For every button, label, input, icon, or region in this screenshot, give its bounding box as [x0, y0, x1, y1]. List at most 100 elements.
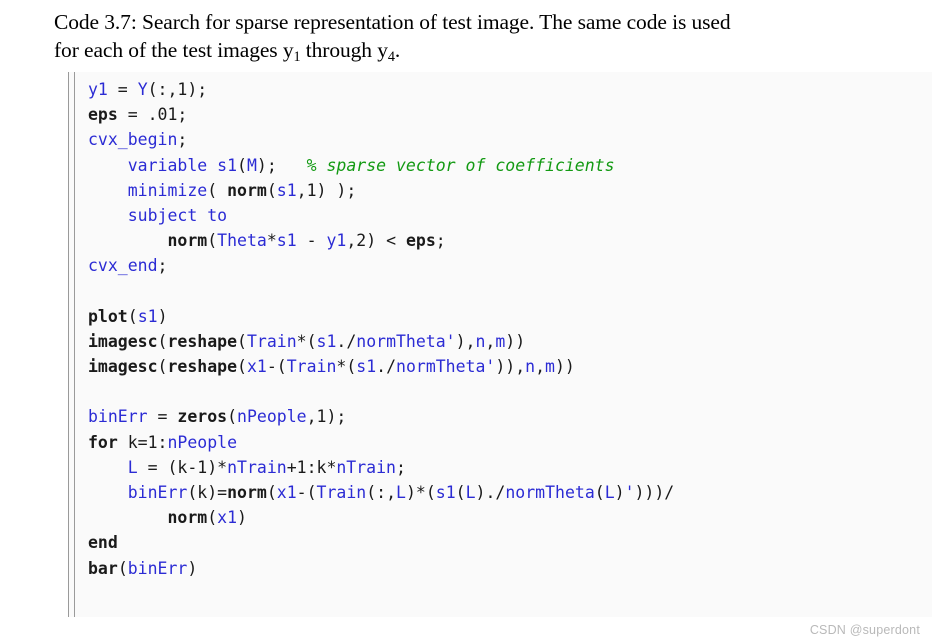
code-token-plain: (	[237, 331, 247, 351]
code-line: plot(s1)	[88, 304, 674, 329]
code-token-plain: ,1) );	[296, 180, 357, 200]
code-token-plain: k=1:	[117, 432, 168, 452]
code-token-plain: -(	[296, 483, 317, 502]
code-token-ident: y1	[326, 231, 347, 251]
code-token-ident: n	[525, 357, 536, 377]
code-token-kw: cvx_begin	[88, 130, 178, 150]
code-token-plain: )./	[475, 483, 506, 502]
code-line: minimize( norm(s1,1) );	[88, 178, 674, 203]
code-line: cvx_end;	[88, 253, 674, 278]
code-token-fn: reshape	[167, 357, 238, 377]
code-token-ident: normTheta	[505, 483, 595, 502]
code-token-plain: (	[266, 180, 277, 200]
caption-subscript-2: 4	[387, 48, 395, 65]
code-token-plain: ;	[177, 130, 188, 150]
code-token-plain: )	[237, 508, 247, 528]
caption-line-2: for each of the test images y1 through y…	[54, 36, 899, 64]
code-token-ident: Train	[286, 357, 337, 377]
code-caption: Code 3.7: Search for sparse representati…	[54, 8, 899, 64]
code-line: imagesc(reshape(x1-(Train*(s1./normTheta…	[88, 354, 674, 379]
code-token-ctrl: end	[88, 533, 118, 553]
code-token-plain: +1:k*	[286, 457, 337, 477]
code-token-fn: norm	[167, 508, 208, 528]
code-token-plain: (	[266, 483, 277, 502]
code-line: eps = .01;	[88, 102, 674, 127]
code-token-str: '	[445, 331, 456, 351]
code-token-ident: m	[495, 331, 506, 351]
code-token-plain: ./	[336, 331, 357, 351]
code-token-plain: ))	[554, 357, 575, 377]
code-token-ident: Train	[246, 331, 297, 351]
code-token-plain: (	[207, 508, 218, 528]
code-token-plain: ,2) <	[346, 231, 406, 251]
code-token-plain: (	[237, 155, 247, 175]
code-token-ident: s1	[217, 155, 238, 175]
code-token-ident: M	[246, 155, 257, 175]
code-token-fn: eps	[405, 231, 436, 251]
code-token-plain: = (k-1)*	[137, 457, 228, 477]
code-token-ident: x1	[276, 483, 297, 502]
code-token-ident: binErr	[88, 407, 148, 427]
code-line: imagesc(reshape(Train*(s1./normTheta'),n…	[88, 329, 674, 354]
code-token-plain: (	[127, 306, 138, 326]
code-line: cvx_begin;	[88, 127, 674, 152]
code-line: variable s1(M); % sparse vector of coeff…	[88, 153, 674, 178]
code-token-plain: )),	[495, 357, 526, 377]
code-token-plain: (	[237, 357, 247, 377]
caption-line-1: Code 3.7: Search for sparse representati…	[54, 10, 731, 34]
code-token-ident: L	[127, 457, 138, 477]
code-token-plain: ,	[485, 331, 496, 351]
code-line: norm(x1)	[88, 505, 674, 530]
code-token-plain: (:,	[366, 483, 397, 502]
code-token-plain: ),	[455, 331, 476, 351]
code-token-fn: plot	[88, 306, 128, 326]
code-token-ident: Y	[137, 80, 148, 99]
code-token-ident: nPeople	[167, 432, 238, 452]
code-token-fn: imagesc	[88, 357, 158, 377]
code-line: for k=1:nPeople	[88, 430, 674, 455]
code-token-plain: *(	[336, 357, 357, 377]
code-token-ident: Theta	[217, 231, 267, 251]
code-token-ident: s1	[435, 483, 456, 502]
code-token-plain: )))/	[634, 483, 675, 502]
code-token-ident: m	[545, 357, 555, 377]
code-token-plain: ,1);	[306, 407, 347, 427]
code-token-ident: nPeople	[237, 407, 307, 427]
code-token-ident: binErr	[127, 558, 188, 578]
code-token-kw: cvx_end	[88, 256, 158, 276]
code-token-plain: ))	[505, 331, 526, 351]
code-token-ident: s1	[276, 180, 297, 200]
code-token-plain: ;	[395, 457, 406, 477]
code-token-str: '	[485, 357, 496, 377]
code-token-kw: subject to	[127, 205, 228, 225]
code-token-plain: )	[157, 306, 168, 326]
code-token-fn: norm	[167, 231, 208, 251]
document-page: Code 3.7: Search for sparse representati…	[0, 0, 932, 643]
code-line: subject to	[88, 203, 674, 228]
code-token-plain: ,	[535, 357, 546, 377]
code-token-ident: s1	[137, 306, 158, 326]
code-token-plain: -	[296, 231, 327, 251]
code-token-plain: (	[227, 407, 238, 427]
caption-line-2-mid: through y	[300, 38, 388, 62]
code-token-plain: *(	[296, 331, 317, 351]
code-listing-block: y1 = Y(:,1); eps = .01; cvx_begin; variabl…	[68, 72, 932, 617]
code-token-plain: -(	[266, 357, 287, 377]
code-token-plain: (k)=	[187, 483, 228, 502]
code-token-ident: x1	[246, 357, 267, 377]
code-body: y1 = Y(:,1); eps = .01; cvx_begin; variabl…	[88, 77, 674, 581]
code-token-plain: (	[117, 558, 128, 578]
code-line: bar(binErr)	[88, 556, 674, 581]
code-token-plain: (	[455, 483, 466, 502]
code-token-plain: (	[157, 331, 168, 351]
code-token-ident: binErr	[127, 483, 188, 502]
code-token-ident: normTheta	[396, 357, 486, 377]
code-token-ident: y1	[88, 80, 108, 99]
code-token-plain: (:,1);	[147, 80, 208, 99]
code-token-plain: (	[594, 483, 605, 502]
code-token-plain: (	[207, 231, 218, 251]
